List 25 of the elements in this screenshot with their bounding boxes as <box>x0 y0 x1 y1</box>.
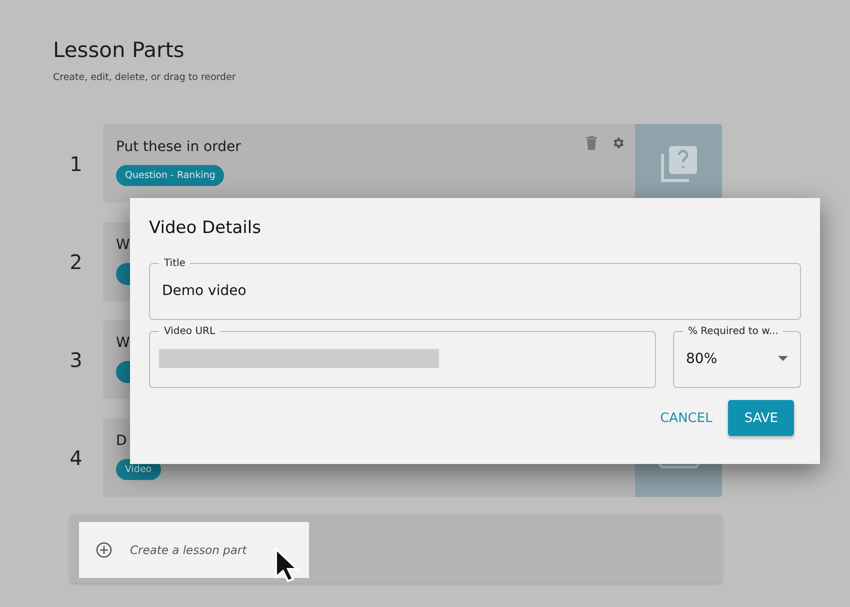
dialog-title: Video Details <box>149 218 262 238</box>
part-title: D <box>116 433 127 449</box>
dropdown-caret-icon <box>778 356 788 361</box>
page-subtitle: Create, edit, delete, or drag to reorder <box>53 72 237 83</box>
part-title: W <box>116 237 130 253</box>
part-number: 2 <box>68 250 84 274</box>
question-cards-icon <box>658 144 698 184</box>
cursor-icon <box>274 547 300 583</box>
part-number: 1 <box>68 152 84 176</box>
lesson-part-card[interactable]: Put these in order Question - Ranking <box>103 124 722 203</box>
title-field[interactable]: Title Demo video <box>149 258 801 320</box>
settings-icon[interactable] <box>611 136 625 150</box>
video-url-field[interactable]: Video URL <box>149 326 656 388</box>
trash-icon[interactable] <box>586 136 597 150</box>
required-percent-select[interactable]: % Required to w... 80% <box>673 326 801 388</box>
part-title: W <box>116 335 130 351</box>
part-number: 3 <box>68 348 84 372</box>
page-title: Lesson Parts <box>53 38 186 62</box>
add-icon <box>96 542 112 558</box>
part-type-tag: Question - Ranking <box>116 165 224 186</box>
create-lesson-part-button[interactable]: Create a lesson part <box>79 522 309 578</box>
part-title: Put these in order <box>116 139 241 155</box>
part-number: 4 <box>68 446 84 470</box>
monitor-icon <box>656 462 700 470</box>
save-button[interactable]: SAVE <box>728 400 794 436</box>
